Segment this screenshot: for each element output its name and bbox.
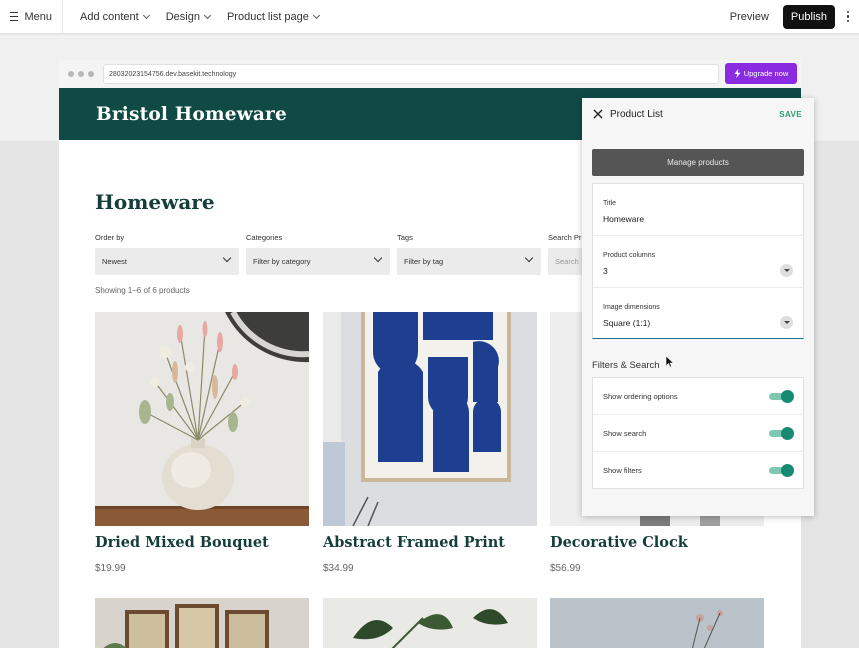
manage-products-button[interactable]: Manage products (592, 149, 804, 176)
maps-image (95, 598, 309, 648)
preview-button[interactable]: Preview (730, 11, 769, 23)
browser-chrome: 28032023154756.dev.basekit.technology Up… (59, 60, 801, 88)
design-dropdown[interactable]: Design (165, 10, 212, 23)
field-label: Image dimensions (603, 304, 660, 311)
filters-toggle[interactable] (769, 464, 794, 477)
page-select-label: Product list page (226, 10, 309, 23)
chevron-down-icon (312, 11, 320, 19)
window-dots-icon (68, 71, 94, 77)
tags-value: Filter by tag (404, 257, 444, 266)
site-brand[interactable]: Bristol Homeware (96, 104, 287, 125)
page-select-dropdown[interactable]: Product list page (226, 10, 320, 23)
product-price: $34.99 (323, 563, 354, 574)
chevron-down-icon (203, 11, 212, 19)
menu-button[interactable]: Menu (0, 0, 63, 33)
order-by-select[interactable]: Newest (95, 248, 239, 275)
plant-image (323, 598, 537, 648)
product-price: $19.99 (95, 563, 126, 574)
lightning-icon (734, 69, 741, 78)
toolbar-right: Preview Publish (730, 0, 859, 33)
caret-down-icon[interactable] (780, 316, 793, 329)
product-name[interactable]: Abstract Framed Print (323, 534, 505, 551)
search-toggle[interactable] (769, 427, 794, 440)
categories-label: Categories (246, 233, 283, 242)
abstract-print-image (323, 312, 537, 526)
add-content-dropdown[interactable]: Add content (80, 10, 150, 23)
search-placeholder: Search (555, 257, 579, 266)
bouquet-image (95, 312, 309, 526)
chevron-down-icon (524, 253, 534, 263)
order-by-value: Newest (102, 257, 128, 266)
more-options-icon[interactable] (839, 10, 857, 23)
order-by-label: Order by (95, 233, 125, 242)
tags-select[interactable]: Filter by tag (397, 248, 541, 275)
chevron-down-icon (373, 253, 383, 263)
toggle-label: Show search (603, 429, 647, 438)
filters-search-heading: Filters & Search (592, 360, 660, 371)
product-price: $56.99 (550, 563, 581, 574)
hamburger-icon (10, 12, 19, 21)
editor-toolbar: Menu Add content Design Product list pag… (0, 0, 859, 34)
panel-header: Product List SAVE (582, 98, 814, 132)
toggle-row-search: Show search (593, 415, 803, 452)
product-image-abstract-print[interactable] (323, 312, 537, 526)
toggle-row-filters: Show filters (593, 452, 803, 489)
vase-image (550, 598, 764, 648)
add-content-label: Add content (80, 10, 139, 23)
categories-select[interactable]: Filter by category (246, 248, 390, 275)
toggle-label: Show ordering options (603, 392, 678, 401)
upgrade-button[interactable]: Upgrade now (725, 63, 797, 84)
publish-button[interactable]: Publish (782, 4, 835, 29)
field-label: Product columns (603, 252, 656, 259)
product-columns-field[interactable]: Product columns 3 (593, 236, 803, 288)
ordering-toggle[interactable] (769, 390, 794, 403)
field-value[interactable]: Square (1:1) (603, 318, 650, 328)
product-image-vase[interactable] (550, 598, 764, 648)
design-label: Design (165, 10, 200, 23)
settings-fields: Title Homeware Product columns 3 Image d… (592, 183, 804, 339)
close-icon[interactable] (593, 109, 603, 119)
categories-value: Filter by category (253, 257, 311, 266)
menu-label: Menu (24, 10, 52, 23)
panel-title: Product List (610, 109, 663, 120)
page-title: Homeware (95, 190, 215, 214)
filters-toggles: Show ordering options Show search Show f… (592, 377, 804, 489)
product-name[interactable]: Decorative Clock (550, 534, 688, 551)
title-field[interactable]: Title Homeware (593, 184, 803, 236)
caret-down-icon[interactable] (780, 264, 793, 277)
save-button[interactable]: SAVE (779, 110, 802, 119)
search-label: Search Pr (548, 233, 582, 242)
tags-label: Tags (397, 233, 413, 242)
toggle-row-ordering: Show ordering options (593, 378, 803, 415)
mouse-cursor-icon (666, 356, 674, 368)
product-image-bouquet[interactable] (95, 312, 309, 526)
results-count: Showing 1–6 of 6 products (95, 286, 190, 295)
product-image-plant[interactable] (323, 598, 537, 648)
product-list-panel: Product List SAVE Manage products Title … (582, 98, 814, 516)
chevron-down-icon (222, 253, 232, 263)
image-dimensions-field[interactable]: Image dimensions Square (1:1) (593, 288, 803, 340)
product-name[interactable]: Dried Mixed Bouquet (95, 534, 269, 551)
url-bar[interactable]: 28032023154756.dev.basekit.technology (103, 64, 719, 84)
field-value[interactable]: Homeware (603, 214, 644, 224)
field-label: Title (603, 200, 616, 207)
chevron-down-icon (142, 11, 150, 19)
field-value[interactable]: 3 (603, 266, 608, 276)
product-image-maps[interactable] (95, 598, 309, 648)
toggle-label: Show filters (603, 466, 642, 475)
upgrade-label: Upgrade now (743, 69, 789, 78)
